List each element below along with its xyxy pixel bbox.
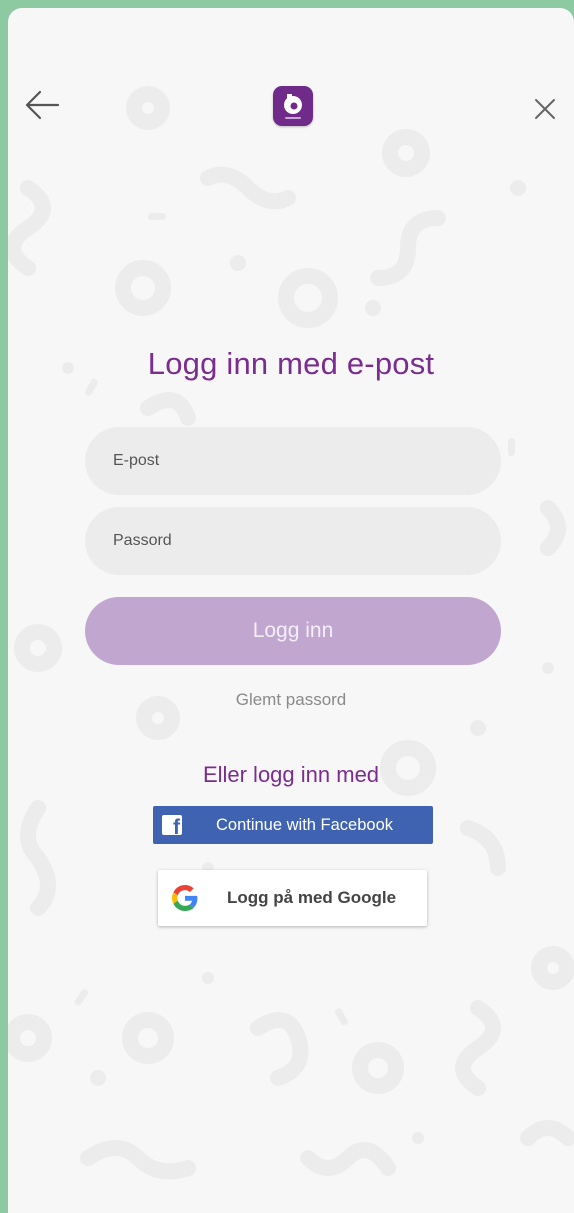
email-field[interactable] [85, 427, 501, 495]
login-button[interactable]: Logg inn [85, 597, 501, 665]
close-icon[interactable] [528, 92, 562, 126]
arrow-left-icon[interactable] [22, 88, 62, 122]
logo-mark-icon [284, 94, 302, 119]
password-field[interactable] [85, 507, 501, 575]
alternative-login-heading: Eller logg inn med [202, 762, 380, 787]
forgot-password-link[interactable]: Glemt passord [8, 690, 574, 710]
google-login-button[interactable]: Logg på med Google [158, 870, 427, 926]
page-title: Logg inn med e-post [147, 346, 435, 381]
google-icon [172, 885, 198, 911]
google-button-label: Logg på med Google [227, 888, 397, 907]
facebook-icon: f [162, 815, 182, 838]
facebook-button-label: Continue with Facebook [215, 815, 394, 834]
login-screen: Logg inn med e-post Logg inn Glemt passo… [8, 8, 574, 1213]
app-logo [273, 86, 313, 126]
facebook-login-button[interactable]: f Continue with Facebook [153, 806, 433, 844]
